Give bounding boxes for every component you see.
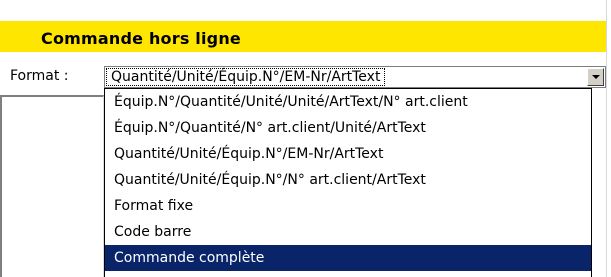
dropdown-option[interactable]: Code barre <box>105 219 591 245</box>
dropdown-option[interactable]: Équip.N°/Quantité/Unité/Unité/ArtText/N°… <box>105 89 591 115</box>
format-label: Format : <box>10 68 69 84</box>
format-dropdown-list[interactable]: Équip.N°/Quantité/Unité/Unité/ArtText/N°… <box>104 88 592 277</box>
dropdown-option-highlighted[interactable]: Commande complète <box>105 245 591 271</box>
stage: Commande hors ligne Format : Quantité/Un… <box>0 0 611 277</box>
dropdown-option[interactable]: Équip.N°/Quantité/N° art.client/Unité/Ar… <box>105 115 591 141</box>
offline-order-panel: Commande hors ligne Format : Quantité/Un… <box>0 0 607 277</box>
format-select-value[interactable]: Quantité/Unité/Équip.N°/EM-Nr/ArtText <box>105 68 386 86</box>
format-select[interactable]: Quantité/Unité/Équip.N°/EM-Nr/ArtText <box>104 66 606 88</box>
dropdown-option[interactable]: Format fixe <box>105 193 591 219</box>
dropdown-arrow-icon[interactable] <box>587 68 604 86</box>
left-frame <box>0 95 104 277</box>
dropdown-option[interactable]: Quantité/Unité/Équip.N°/EM-Nr/ArtText <box>105 141 591 167</box>
dropdown-option[interactable]: Quantité/Unité/Équip.N°/N° art.client/Ar… <box>105 167 591 193</box>
panel-title: Commande hors ligne <box>41 29 241 48</box>
